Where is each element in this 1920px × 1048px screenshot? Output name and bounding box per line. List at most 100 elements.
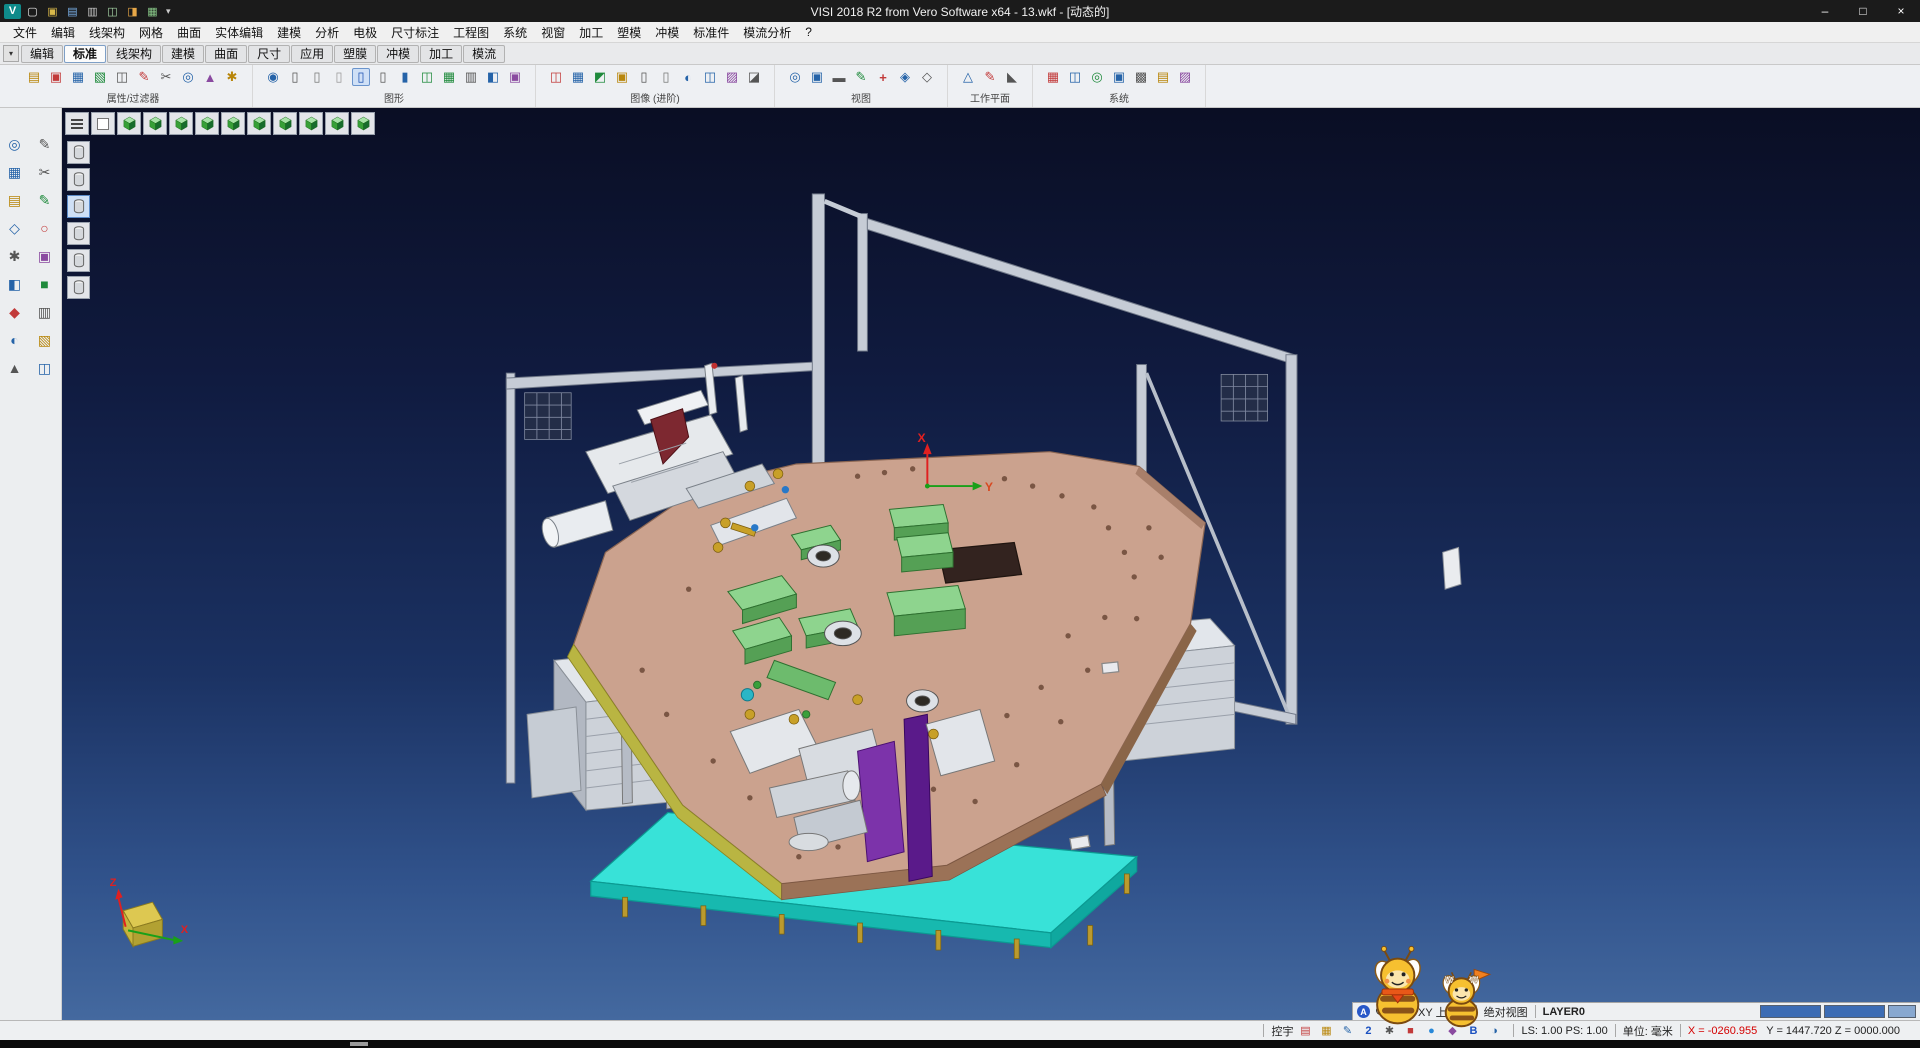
- notebook-tool-icon[interactable]: ▣: [35, 246, 55, 266]
- ribbon-tab[interactable]: 模流: [463, 45, 505, 63]
- ribbon-tab[interactable]: 尺寸: [248, 45, 290, 63]
- iso-sw-view-button[interactable]: [325, 112, 349, 135]
- units-label[interactable]: 单位: 毫米: [1623, 1023, 1673, 1039]
- mode-label[interactable]: 控宇: [1271, 1023, 1293, 1039]
- bottom-view-button[interactable]: [169, 112, 193, 135]
- center-view-icon[interactable]: +: [874, 68, 892, 86]
- close-button[interactable]: ×: [1882, 0, 1920, 22]
- window-config-icon[interactable]: ▣: [1110, 68, 1128, 86]
- grid-config-icon[interactable]: ▤: [1154, 68, 1172, 86]
- floating-part[interactable]: [1443, 547, 1461, 589]
- color-filter-icon[interactable]: ▣: [47, 68, 65, 86]
- system-monitor-icon[interactable]: ◫: [1066, 68, 1084, 86]
- ghost-mode-icon[interactable]: ▯: [374, 68, 392, 86]
- render-settings-icon[interactable]: ◫: [547, 68, 565, 86]
- type-filter-icon[interactable]: ▧: [91, 68, 109, 86]
- measure-view-icon[interactable]: ▬: [830, 68, 848, 86]
- blank-view-button[interactable]: [91, 112, 115, 135]
- new-file-icon[interactable]: ▢: [24, 4, 41, 19]
- hidden-line-icon[interactable]: ▯: [308, 68, 326, 86]
- database-icon[interactable]: ◎: [1088, 68, 1106, 86]
- lighting-icon[interactable]: ▣: [613, 68, 631, 86]
- display-filter-surfaces-button[interactable]: [67, 195, 90, 218]
- menubar-item[interactable]: 视窗: [534, 22, 572, 43]
- workplane-xy-icon[interactable]: △: [959, 68, 977, 86]
- active-layer-label[interactable]: LAYER0: [1543, 1006, 1585, 1018]
- ribbon-tab[interactable]: 建模: [162, 45, 204, 63]
- monitor-icon[interactable]: ◫: [701, 68, 719, 86]
- attribute-brush-icon[interactable]: ✎: [135, 68, 153, 86]
- save-file-icon[interactable]: ▤: [64, 4, 81, 19]
- workplane-edit-icon[interactable]: ✎: [981, 68, 999, 86]
- display-filter-all-button[interactable]: [67, 141, 90, 164]
- axonometric-view-button[interactable]: [117, 112, 141, 135]
- right-view-button[interactable]: [273, 112, 297, 135]
- mascot-right[interactable]: W W: [1440, 969, 1490, 1026]
- menubar-item[interactable]: 建模: [270, 22, 308, 43]
- snap-grid-icon[interactable]: ▦: [5, 162, 25, 182]
- minimize-button[interactable]: –: [1806, 0, 1844, 22]
- taskbar-chip[interactable]: [350, 1042, 368, 1046]
- display-filter-wireframe-button[interactable]: [67, 222, 90, 245]
- filter-settings-icon[interactable]: ✱: [223, 68, 241, 86]
- layer-color-swatch[interactable]: [1760, 1005, 1821, 1018]
- wireframe-mode-icon[interactable]: ▯: [286, 68, 304, 86]
- recent-files-icon[interactable]: ▦: [144, 4, 161, 19]
- element-properties-icon[interactable]: ▤: [25, 68, 43, 86]
- quick-select-icon[interactable]: ◎: [179, 68, 197, 86]
- cut-filter-icon[interactable]: ✂: [157, 68, 175, 86]
- top-view-button[interactable]: [143, 112, 167, 135]
- redraw-icon[interactable]: ◉: [264, 68, 282, 86]
- graphics-area[interactable]: X Y Z X: [62, 108, 1920, 1020]
- shade-tool-icon[interactable]: ◐: [5, 330, 25, 350]
- shaded-mode-icon[interactable]: ▯: [330, 68, 348, 86]
- selection-mask-icon[interactable]: ▲: [201, 68, 219, 86]
- compare-icon[interactable]: ◪: [745, 68, 763, 86]
- maximize-button[interactable]: □: [1844, 0, 1882, 22]
- front-view-button[interactable]: [195, 112, 219, 135]
- left-view-button[interactable]: [247, 112, 271, 135]
- menubar-item[interactable]: 实体编辑: [208, 22, 270, 43]
- ribbon-tab[interactable]: 线架构: [107, 45, 161, 63]
- texture-map-icon[interactable]: ◩: [591, 68, 609, 86]
- iso-ne-view-button[interactable]: [299, 112, 323, 135]
- settings-tool-icon[interactable]: ✱: [5, 246, 25, 266]
- layer-color-swatch[interactable]: [1888, 1005, 1916, 1018]
- grid-display-icon[interactable]: ▥: [462, 68, 480, 86]
- ribbon-tab[interactable]: 塑膜: [334, 45, 376, 63]
- select-tool-icon[interactable]: ✎: [35, 134, 55, 154]
- menubar-item[interactable]: 线架构: [82, 22, 132, 43]
- screen-capture-icon[interactable]: ▣: [506, 68, 524, 86]
- point-tool-icon[interactable]: ◆: [5, 302, 25, 322]
- display-list-button[interactable]: [65, 112, 89, 135]
- shadow-icon[interactable]: ▯: [635, 68, 653, 86]
- rotate-tool-icon[interactable]: ○: [35, 218, 55, 238]
- print-icon[interactable]: ▥: [84, 4, 101, 19]
- display-filter-solids-button[interactable]: [67, 168, 90, 191]
- import-icon[interactable]: ◨: [124, 4, 141, 19]
- grid-toggle-icon[interactable]: ▦: [1318, 1023, 1334, 1039]
- menubar-item[interactable]: 塑模: [610, 22, 648, 43]
- menubar-item[interactable]: 分析: [308, 22, 346, 43]
- ribbon-tab[interactable]: 标准: [64, 45, 106, 63]
- sketch-tool-icon[interactable]: ✎: [35, 190, 55, 210]
- ribbon-tab[interactable]: 冲模: [377, 45, 419, 63]
- dynamic-section-icon[interactable]: ▮: [396, 68, 414, 86]
- back-view-button[interactable]: [221, 112, 245, 135]
- menubar-item[interactable]: 工程图: [446, 22, 496, 43]
- menubar-item[interactable]: 冲模: [648, 22, 686, 43]
- layer-filter-icon[interactable]: ▦: [69, 68, 87, 86]
- color-table-icon[interactable]: ▦: [1044, 68, 1062, 86]
- menubar-item[interactable]: 尺寸标注: [384, 22, 446, 43]
- mirror-tool-icon[interactable]: ◧: [5, 274, 25, 294]
- layer-color-swatch[interactable]: [1824, 1005, 1885, 1018]
- annotate-view-icon[interactable]: ✎: [852, 68, 870, 86]
- display-filter-points-button[interactable]: [67, 249, 90, 272]
- menubar-item[interactable]: 文件: [6, 22, 44, 43]
- zoom-tool-icon[interactable]: ◎: [5, 134, 25, 154]
- ribbon-tab[interactable]: 应用: [291, 45, 333, 63]
- material-editor-icon[interactable]: ▦: [569, 68, 587, 86]
- named-view-icon[interactable]: ◈: [896, 68, 914, 86]
- menubar-item[interactable]: ?: [798, 23, 819, 41]
- gallery-icon[interactable]: ▨: [723, 68, 741, 86]
